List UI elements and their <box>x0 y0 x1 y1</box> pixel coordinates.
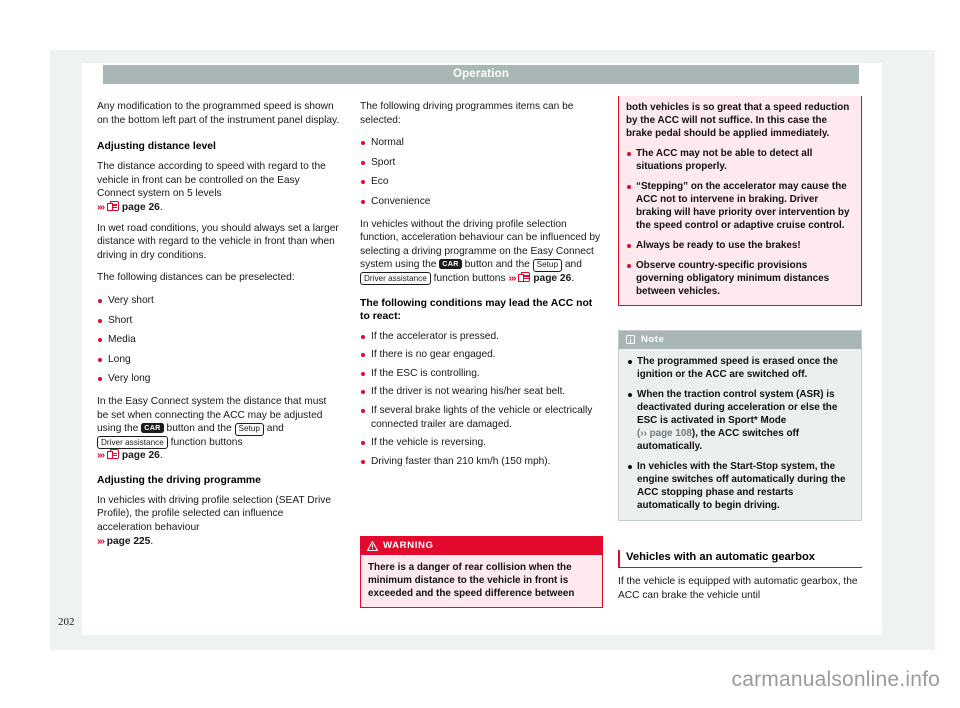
warning-text: There is a danger of rear collision when… <box>368 561 575 599</box>
section-body-text: If the vehicle is equipped with automati… <box>618 576 858 601</box>
distance-paragraph-2: In wet road conditions, you should alway… <box>97 222 339 261</box>
xref-arrow-icon: ›› <box>640 427 647 439</box>
warning-box: WARNING There is a danger of rear collis… <box>360 536 603 608</box>
note-label: Note <box>641 334 665 345</box>
distance-options-list: Very short Short Media Long Very long <box>97 294 340 386</box>
no-profile-text-d: function buttons <box>433 272 506 284</box>
distance-paragraph-3: The following distances can be preselect… <box>97 272 295 284</box>
xref-arrow-icon: ››› <box>97 534 105 547</box>
xref-page-26[interactable]: page 26 <box>122 202 160 213</box>
programme-paragraph-text: In vehicles with driving profile selecti… <box>97 494 332 534</box>
list-item: Long <box>97 353 340 367</box>
list-item: Convenience <box>360 195 603 209</box>
list-item: Observe country-specific provisions gove… <box>626 259 854 298</box>
car-button-key[interactable]: CAR <box>141 423 164 433</box>
xref-period: . <box>159 201 163 213</box>
distance-paragraph-1: The distance according to speed with reg… <box>97 160 340 214</box>
programmes-intro: The following driving programmes items c… <box>360 101 574 126</box>
xref-page-225[interactable]: page 225 <box>107 536 151 547</box>
list-item: Very long <box>97 372 340 386</box>
intro-paragraph: Any modification to the programmed speed… <box>97 101 340 126</box>
note-bullet-2-text-a: When the traction control system (ASR) i… <box>637 388 838 426</box>
note-box-body: The programmed speed is erased once the … <box>619 349 861 520</box>
section-body-automatic-gearbox: If the vehicle is equipped with automati… <box>618 575 862 611</box>
xref-page-26[interactable]: page 26 <box>533 273 571 284</box>
xref-arrow-icon: ››› <box>508 271 516 284</box>
note-box-header: Note <box>619 331 861 349</box>
page-reference-icon <box>106 200 120 212</box>
warning-continued-list: The ACC may not be able to detect all si… <box>626 147 854 298</box>
distance-paragraph-4-text-d: function buttons <box>170 436 243 448</box>
column-one: Any modification to the programmed speed… <box>97 100 340 557</box>
car-button-key[interactable]: CAR <box>439 259 462 269</box>
note-list: The programmed speed is erased once the … <box>627 355 853 512</box>
info-icon <box>626 335 635 344</box>
driver-assistance-button-key[interactable]: Driver assistance <box>360 272 431 286</box>
section-heading-text: Vehicles with an automatic gearbox <box>626 551 816 563</box>
list-item: When the traction control system (ASR) i… <box>627 388 853 453</box>
distance-paragraph-4-text-b: button and the <box>166 423 232 435</box>
list-item: Driving faster than 210 km/h (150 mph). <box>360 455 603 469</box>
list-item: “Stepping” on the accelerator may cause … <box>626 180 854 232</box>
xref-arrow-icon: ››› <box>97 200 105 213</box>
xref-arrow-icon: ››› <box>97 449 105 462</box>
no-profile-paragraph: In vehicles without the driving profile … <box>360 218 603 286</box>
heading-adjusting-driving-programme: Adjusting the driving programme <box>97 474 261 486</box>
list-item: Normal <box>360 136 603 150</box>
distance-paragraph-4: In the Easy Connect system the distance … <box>97 395 340 463</box>
list-item: If the accelerator is pressed. <box>360 330 603 344</box>
conditions-list: If the accelerator is pressed. If there … <box>360 330 603 469</box>
heading-conditions-not-react: The following conditions may lead the AC… <box>360 297 593 322</box>
setup-button-key[interactable]: Setup <box>234 422 264 436</box>
programme-options-list: Normal Sport Eco Convenience <box>360 136 603 208</box>
page-reference-icon <box>518 271 531 283</box>
no-profile-text-b: button and the <box>464 259 530 271</box>
list-item: The programmed speed is erased once the … <box>627 355 853 381</box>
programme-paragraph: In vehicles with driving profile selecti… <box>97 494 340 548</box>
folio-page-number: 202 <box>58 616 75 628</box>
section-heading-automatic-gearbox: Vehicles with an automatic gearbox <box>618 550 862 568</box>
xref-period: . <box>159 450 163 462</box>
setup-button-key[interactable]: Setup <box>532 258 563 272</box>
warning-label: WARNING <box>383 540 434 551</box>
xref-page-26[interactable]: page 26 <box>122 450 160 461</box>
warning-box-header: WARNING <box>361 537 602 555</box>
distance-paragraph-1-text: The distance according to speed with reg… <box>97 161 326 200</box>
list-item: Eco <box>360 175 603 189</box>
list-item: If the driver is not wearing his/her sea… <box>360 385 603 399</box>
list-item: If several brake lights of the vehicle o… <box>360 404 603 431</box>
distance-paragraph-4-text-c: and <box>266 423 284 435</box>
list-item: Short <box>97 314 340 328</box>
list-item: Very short <box>97 294 340 308</box>
page-title: Operation <box>452 68 510 80</box>
list-item: Sport <box>360 156 603 170</box>
manual-page-viewer: Operation Any modification to the progra… <box>0 0 960 708</box>
list-item: If there is no gear engaged. <box>360 348 603 362</box>
column-two: The following driving programmes items c… <box>360 100 603 477</box>
list-item: The ACC may not be able to detect all si… <box>626 147 854 173</box>
running-header: Operation <box>103 65 859 84</box>
list-item: In vehicles with the Start-Stop system, … <box>627 460 853 512</box>
xref-period: . <box>571 272 575 284</box>
warning-triangle-icon <box>366 539 379 551</box>
page-reference-icon <box>106 449 120 460</box>
list-item: Always be ready to use the brakes! <box>626 239 854 252</box>
warning-box-continued: both vehicles is so great that a speed r… <box>618 96 862 306</box>
list-item: If the ESC is controlling. <box>360 367 603 381</box>
driver-assistance-button-key[interactable]: Driver assistance <box>97 436 168 450</box>
heading-adjusting-distance-level: Adjusting distance level <box>97 141 216 153</box>
xref-page-108[interactable]: page 108 <box>650 428 692 439</box>
list-item: Media <box>97 333 340 347</box>
warning-continued-intro: both vehicles is so great that a speed r… <box>626 102 850 139</box>
warning-box-body: There is a danger of rear collision when… <box>361 555 602 607</box>
no-profile-text-c: and <box>564 259 582 271</box>
note-box: Note The programmed speed is erased once… <box>618 330 862 521</box>
site-watermark: carmanualsonline.info <box>731 668 940 691</box>
list-item: If the vehicle is reversing. <box>360 436 603 450</box>
xref-period: . <box>150 535 154 547</box>
